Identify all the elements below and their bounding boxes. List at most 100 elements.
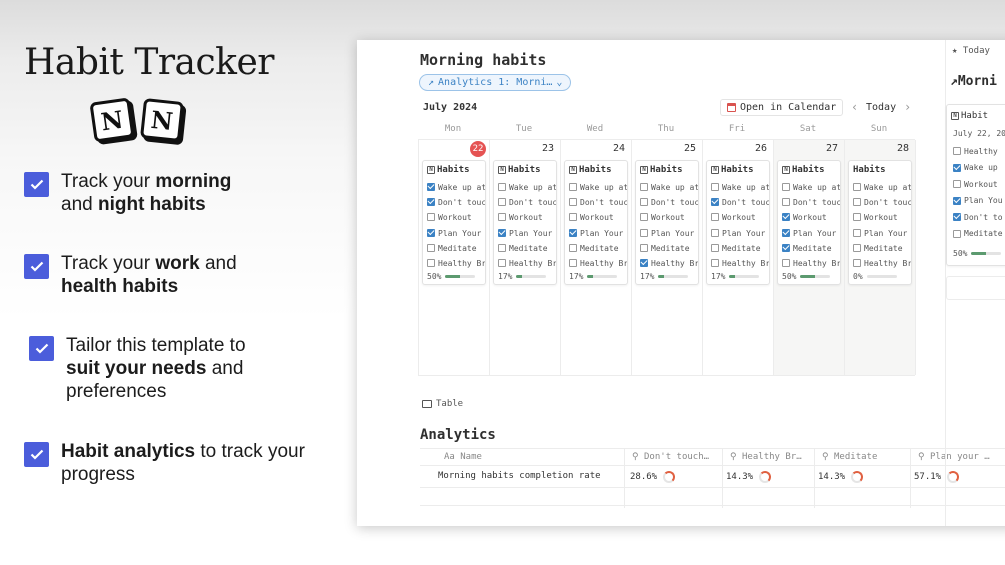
calendar-day-cell[interactable]: 25 N Habits Wake up at Don't touch Workout Pla… xyxy=(632,140,703,375)
checkbox-checked[interactable] xyxy=(782,229,790,237)
side-card-date: July 22, 20 xyxy=(953,129,1005,138)
calendar-day-cell[interactable]: 28 Habits Wake up at Don't touch Workout Plan… xyxy=(845,140,916,375)
habit-task: Don't touch xyxy=(853,196,911,208)
habit-task: Healthy Br xyxy=(498,257,556,269)
today-button[interactable]: Today xyxy=(866,102,896,113)
checkbox-unchecked[interactable] xyxy=(853,213,861,221)
progress-summary: 17% xyxy=(498,272,547,281)
habit-task: Don't touch xyxy=(498,196,556,208)
calendar-day-cell[interactable]: 22 N Habits Wake up at Don't touch Workout Pla… xyxy=(419,140,490,375)
checkbox-checked[interactable] xyxy=(953,163,961,172)
checkbox-checked[interactable] xyxy=(782,213,790,221)
notion-page-icon: N xyxy=(569,166,577,174)
checkbox-unchecked[interactable] xyxy=(853,244,861,252)
column-header[interactable]: ⚲ Don't touch… xyxy=(632,452,730,462)
column-header-name[interactable]: Aa Name xyxy=(444,452,482,462)
checkbox-unchecked[interactable] xyxy=(853,183,861,191)
checkbox-unchecked[interactable] xyxy=(498,198,506,206)
checkbox-unchecked[interactable] xyxy=(953,147,961,155)
habit-task: Plan Your xyxy=(640,227,698,239)
checkbox-unchecked[interactable] xyxy=(569,198,577,206)
habit-task: Meditate xyxy=(953,228,1005,240)
checkbox-unchecked[interactable] xyxy=(498,183,506,191)
habit-task: Wake up at xyxy=(782,181,840,193)
checkbox-unchecked[interactable] xyxy=(782,198,790,206)
checkbox-unchecked[interactable] xyxy=(498,259,506,267)
habit-task: Don't touch xyxy=(640,196,698,208)
column-header[interactable]: ⚲ Meditate xyxy=(822,452,918,462)
side-habit-card[interactable]: N Habit July 22, 20 Healthy Wake up Workou… xyxy=(946,104,1005,266)
open-in-calendar-button[interactable]: Open in Calendar xyxy=(720,99,844,116)
habit-task: Meditate xyxy=(782,242,840,254)
checkbox-unchecked[interactable] xyxy=(427,259,435,267)
checkbox-unchecked[interactable] xyxy=(953,229,961,238)
checkbox-unchecked[interactable] xyxy=(498,213,506,221)
checkbox-unchecked[interactable] xyxy=(640,183,648,191)
checkbox-checked-icon xyxy=(29,336,54,361)
checkbox-unchecked[interactable] xyxy=(711,183,719,191)
habit-task: Healthy Br xyxy=(782,257,840,269)
checkbox-unchecked[interactable] xyxy=(427,244,435,252)
checkbox-checked[interactable] xyxy=(953,196,961,205)
checkbox-unchecked[interactable] xyxy=(569,244,577,252)
checkbox-unchecked[interactable] xyxy=(711,259,719,267)
calendar-day-cell[interactable]: 27 N Habits Wake up at Don't touch Workout Pla… xyxy=(774,140,845,375)
checkbox-unchecked[interactable] xyxy=(569,259,577,267)
habit-card[interactable]: N Habits Wake up at Don't touch Workout Plan … xyxy=(777,160,841,285)
habit-task: Wake up at xyxy=(640,181,698,193)
checkbox-unchecked[interactable] xyxy=(782,183,790,191)
chevron-left-icon[interactable]: ‹ xyxy=(851,100,858,114)
habit-task: Plan You xyxy=(953,195,1005,207)
checkbox-unchecked[interactable] xyxy=(640,244,648,252)
side-empty-card[interactable] xyxy=(946,276,1005,300)
habit-card[interactable]: N Habits Wake up at Don't touch Workout Plan … xyxy=(493,160,557,285)
checkbox-unchecked[interactable] xyxy=(953,180,961,188)
calendar-day-cell[interactable]: 26 N Habits Wake up at Don't touch Workout Pla… xyxy=(703,140,774,375)
checkbox-checked[interactable] xyxy=(427,198,435,206)
checkbox-unchecked[interactable] xyxy=(853,198,861,206)
checkbox-unchecked[interactable] xyxy=(569,213,577,221)
checkbox-unchecked[interactable] xyxy=(711,229,719,237)
habit-card[interactable]: N Habits Wake up at Don't touch Workout Plan … xyxy=(635,160,699,285)
checkbox-unchecked[interactable] xyxy=(853,259,861,267)
chevron-right-icon[interactable]: › xyxy=(904,100,911,114)
checkbox-checked[interactable] xyxy=(427,229,435,237)
table-row[interactable]: Morning habits completion rate 28.6% 14.… xyxy=(420,466,1005,488)
habit-card[interactable]: Habits Wake up at Don't touch Workout Plan Y… xyxy=(848,160,912,285)
habit-task: Meditate xyxy=(498,242,556,254)
checkbox-unchecked[interactable] xyxy=(569,183,577,191)
checkbox-checked[interactable] xyxy=(640,259,648,267)
checkbox-checked[interactable] xyxy=(782,244,790,252)
checkbox-unchecked[interactable] xyxy=(853,229,861,237)
column-divider xyxy=(910,448,911,508)
checkbox-unchecked[interactable] xyxy=(640,198,648,206)
checkbox-unchecked[interactable] xyxy=(711,244,719,252)
column-header[interactable]: ⚲ Healthy Br… xyxy=(730,452,822,462)
checkbox-unchecked[interactable] xyxy=(782,259,790,267)
habit-card[interactable]: N Habits Wake up at Don't touch Workout Plan … xyxy=(422,160,486,285)
rate-cell: 28.6% xyxy=(630,471,676,483)
checkbox-checked[interactable] xyxy=(569,229,577,237)
calendar-day-cell[interactable]: 24 N Habits Wake up at Don't touch Workout Pla… xyxy=(561,140,632,375)
analytics-view-link[interactable]: ↗ Analytics 1: Morni… ⌄ xyxy=(419,74,572,91)
today-label[interactable]: ★ Today xyxy=(952,46,990,56)
table-row-empty[interactable] xyxy=(420,488,1005,506)
day-number: 24 xyxy=(612,143,625,154)
weekday-label: Wed xyxy=(586,124,604,134)
checkbox-unchecked[interactable] xyxy=(498,244,506,252)
table-view-tab[interactable]: Table xyxy=(422,399,463,409)
habit-card[interactable]: N Habits Wake up at Don't touch Workout Plan … xyxy=(706,160,770,285)
checkbox-checked[interactable] xyxy=(427,183,435,191)
checkbox-checked[interactable] xyxy=(498,229,506,237)
calendar-day-cell[interactable]: 23 N Habits Wake up at Don't touch Workout Pla… xyxy=(490,140,561,375)
checkbox-unchecked[interactable] xyxy=(640,213,648,221)
habit-task: Workout xyxy=(782,211,840,223)
checkbox-checked[interactable] xyxy=(711,198,719,206)
checkbox-unchecked[interactable] xyxy=(640,229,648,237)
checkbox-unchecked[interactable] xyxy=(711,213,719,221)
checkbox-checked[interactable] xyxy=(953,213,961,221)
checkbox-unchecked[interactable] xyxy=(427,213,435,221)
habit-task: Don't touch xyxy=(782,196,840,208)
habit-card[interactable]: N Habits Wake up at Don't touch Workout Plan … xyxy=(564,160,628,285)
notion-page-icon: N xyxy=(711,166,719,174)
